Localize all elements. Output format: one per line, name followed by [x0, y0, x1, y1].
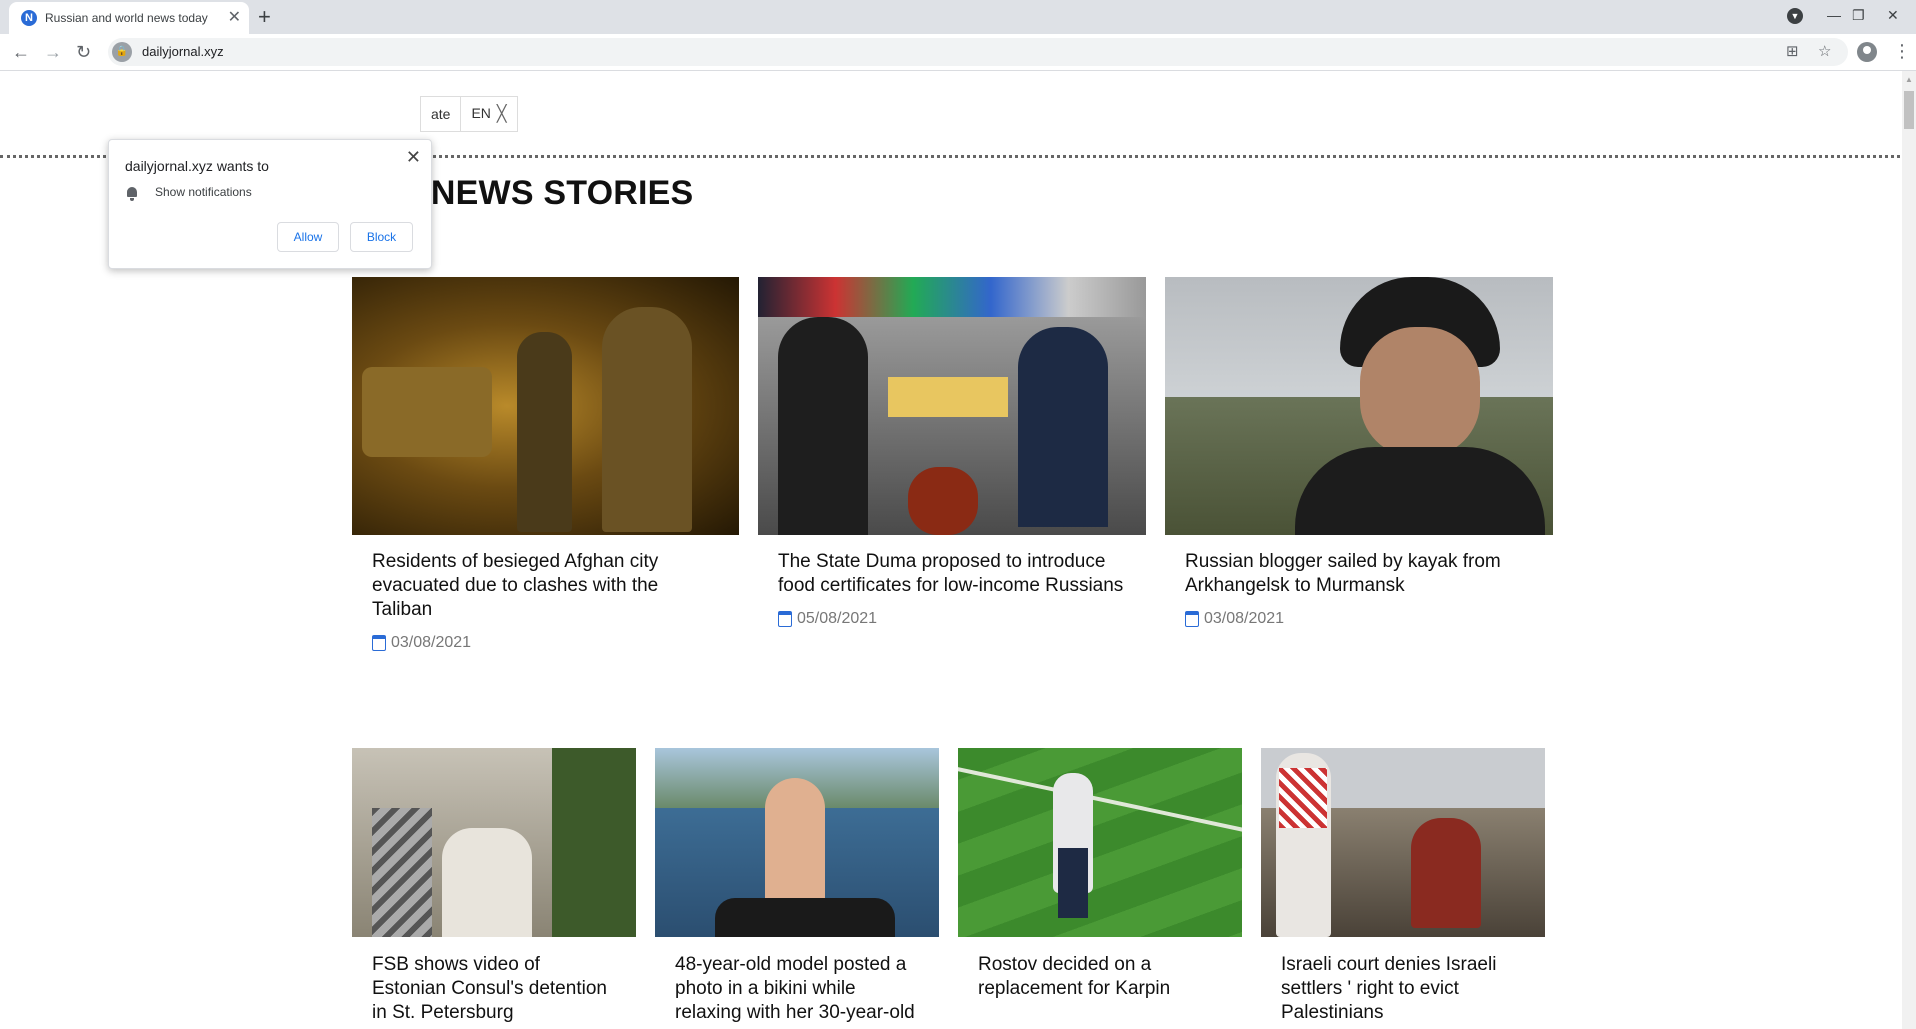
story-image[interactable]: [1261, 748, 1545, 937]
story-image[interactable]: [655, 748, 939, 937]
language-selector[interactable]: EN ╳: [460, 96, 516, 132]
close-x-icon[interactable]: ╳: [497, 98, 507, 132]
story-headline[interactable]: The State Duma proposed to introduce foo…: [758, 550, 1146, 598]
story-date: 05/08/2021: [758, 610, 1146, 628]
story-headline[interactable]: FSB shows video of Estonian Consul's det…: [352, 953, 636, 1025]
story-image[interactable]: [958, 748, 1242, 937]
back-arrow-icon[interactable]: ←: [12, 40, 30, 64]
url-text[interactable]: dailyjornal.xyz: [142, 44, 224, 59]
story-headline[interactable]: Russian blogger sailed by kayak from Ark…: [1165, 550, 1553, 598]
popup-title: dailyjornal.xyz wants to: [125, 158, 269, 174]
bell-icon: [127, 187, 137, 201]
profile-avatar-icon[interactable]: [1857, 42, 1877, 62]
scroll-thumb[interactable]: [1904, 91, 1914, 129]
minimize-icon[interactable]: —: [1827, 3, 1841, 27]
menu-dots-icon[interactable]: ⋮: [1893, 40, 1911, 62]
browser-toolbar: ← → ↻ 🔒 dailyjornal.xyz ⊞ ☆ ⋮: [0, 34, 1916, 71]
web-page: ate EN ╳ TOP NEWS STORIES Residents of be…: [0, 71, 1916, 1029]
page-scrollbar[interactable]: ▲: [1902, 71, 1916, 1029]
translate-icon[interactable]: ⊞: [1786, 42, 1799, 62]
notification-permission-popup: dailyjornal.xyz wants to ✕ Show notifica…: [108, 139, 432, 269]
site-favicon-icon: N: [21, 10, 37, 26]
story-card[interactable]: Residents of besieged Afghan city evacua…: [352, 277, 739, 652]
story-card[interactable]: FSB shows video of Estonian Consul's det…: [352, 748, 636, 1025]
story-card[interactable]: The State Duma proposed to introduce foo…: [758, 277, 1146, 628]
calendar-icon: [372, 635, 386, 651]
scroll-up-arrow-icon[interactable]: ▲: [1905, 75, 1913, 84]
tab-close-icon[interactable]: ✕: [228, 8, 241, 28]
story-card[interactable]: Russian blogger sailed by kayak from Ark…: [1165, 277, 1553, 628]
story-image[interactable]: [352, 748, 636, 937]
date-text: 03/08/2021: [391, 634, 472, 651]
address-bar[interactable]: 🔒 dailyjornal.xyz: [108, 38, 1848, 66]
reload-icon[interactable]: ↻: [76, 40, 91, 64]
translate-label[interactable]: ate: [421, 97, 460, 131]
story-headline[interactable]: Rostov decided on a replacement for Karp…: [958, 953, 1242, 1001]
date-text: 05/08/2021: [797, 610, 878, 627]
story-image[interactable]: [1165, 277, 1553, 535]
restore-icon[interactable]: ❐: [1852, 3, 1865, 27]
block-button[interactable]: Block: [350, 222, 413, 252]
story-headline[interactable]: Residents of besieged Afghan city evacua…: [352, 550, 739, 622]
forward-arrow-icon[interactable]: →: [44, 40, 62, 64]
calendar-icon: [1185, 611, 1199, 627]
allow-button[interactable]: Allow: [277, 222, 339, 252]
new-tab-plus-icon[interactable]: +: [258, 4, 271, 30]
story-headline[interactable]: Israeli court denies Israeli settlers ' …: [1261, 953, 1545, 1025]
tab-search-icon[interactable]: ▼: [1787, 8, 1803, 24]
bookmark-star-icon[interactable]: ☆: [1818, 42, 1831, 62]
story-card[interactable]: Rostov decided on a replacement for Karp…: [958, 748, 1242, 1001]
tab-title: Russian and world news today: [45, 11, 208, 25]
popup-close-icon[interactable]: ✕: [406, 146, 421, 168]
story-date: 03/08/2021: [1165, 610, 1553, 628]
language-bar: ate EN ╳: [420, 96, 518, 132]
story-image[interactable]: [758, 277, 1146, 535]
story-card[interactable]: 48-year-old model posted a photo in a bi…: [655, 748, 939, 1025]
story-headline[interactable]: 48-year-old model posted a photo in a bi…: [655, 953, 939, 1025]
story-date: 03/08/2021: [352, 634, 739, 652]
language-code: EN: [471, 105, 491, 121]
tab-strip: N Russian and world news today ✕ + ▼ — ❐…: [0, 0, 1916, 34]
date-text: 03/08/2021: [1204, 610, 1285, 627]
window-close-icon[interactable]: ✕: [1887, 3, 1899, 27]
calendar-icon: [778, 611, 792, 627]
story-card[interactable]: Israeli court denies Israeli settlers ' …: [1261, 748, 1545, 1025]
permission-text: Show notifications: [155, 185, 252, 199]
browser-tab[interactable]: N Russian and world news today ✕: [9, 2, 249, 34]
story-image[interactable]: [352, 277, 739, 535]
lock-icon[interactable]: 🔒: [112, 42, 132, 62]
